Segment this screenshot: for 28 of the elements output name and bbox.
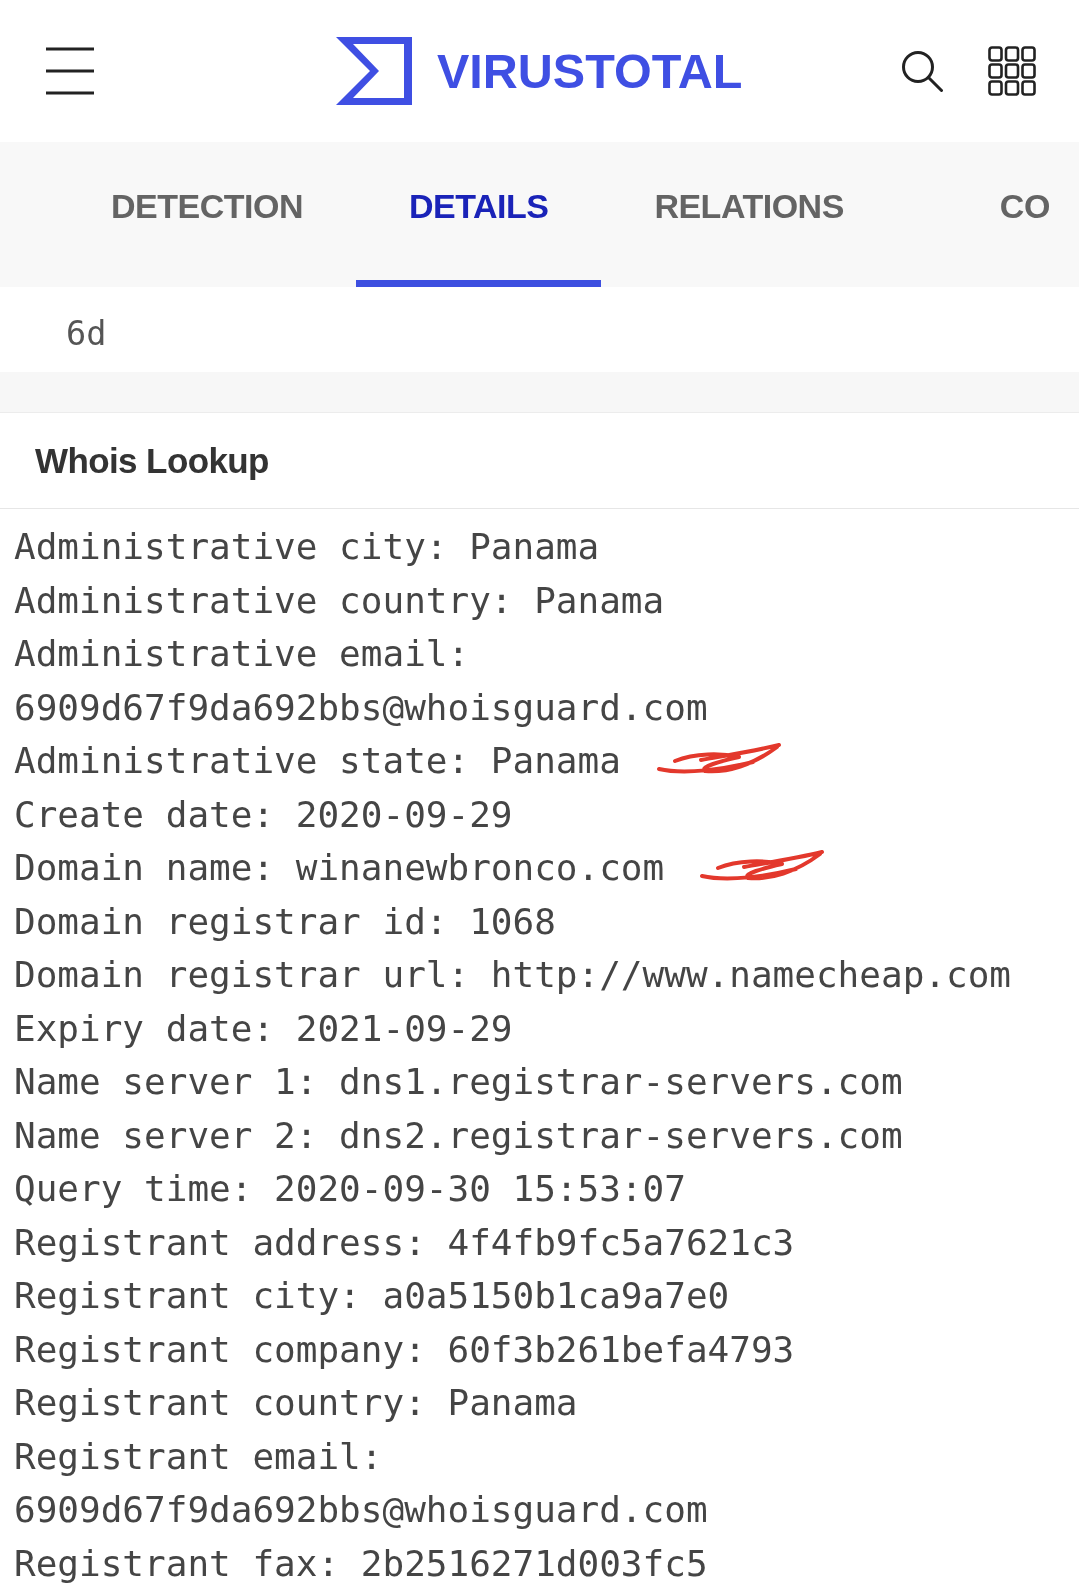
- whois-entry: Domain name: winanewbronco.com: [14, 846, 665, 890]
- tab[interactable]: RELATIONS: [601, 142, 897, 287]
- search-icon[interactable]: [901, 50, 943, 92]
- whois-entry: Name server 2: dns2.registrar-servers.com: [14, 1113, 903, 1158]
- whois-entry: Registrant company: 60f3b261befa4793: [14, 1327, 795, 1372]
- whois-entry: Expiry date: 2021-09-29: [14, 1006, 513, 1051]
- whois-entry: Create date: 2020-09-29: [14, 792, 513, 837]
- whois-entry: Registrant email: 6909d67f9da692bbs@whoisguard.com: [14, 1434, 709, 1532]
- whois-entry: Registrant fax: 2b2516271d003fc5: [14, 1541, 708, 1583]
- section-title: Whois Lookup: [35, 440, 269, 481]
- whois-entry: Administrative country: Panama: [14, 578, 665, 623]
- whois-entry: Query time: 2020-09-30 15:53:07: [14, 1167, 686, 1211]
- hex-value-text: 6d: [66, 313, 107, 355]
- menu-icon[interactable]: [46, 47, 94, 95]
- logo-icon: [336, 37, 412, 105]
- tab[interactable]: DETECTION: [58, 142, 356, 287]
- whois-entry: Name server 1: dns1.registrar-servers.com: [14, 1060, 903, 1104]
- whois-entry: Registrant city: a0a5150b1ca9a7e0: [14, 1274, 730, 1318]
- whois-entry: Administrative city: Panama: [14, 525, 600, 569]
- whois-entry: Registrant country: Panama: [14, 1381, 578, 1425]
- whois-entry: Administrative email: 6909d67f9da692bbs@whoisguard.com: [14, 632, 709, 730]
- whois-entry: Administrative state: Panama: [14, 739, 621, 783]
- apps-grid-icon[interactable]: [988, 46, 1036, 96]
- whois-entry: Domain registrar url: http://www.namecheap.com: [14, 953, 1011, 997]
- whois-entry: Registrant address: 4f4fb9fc5a7621c3: [14, 1220, 795, 1265]
- whois-entry: Domain registrar id: 1068: [14, 899, 556, 944]
- tab[interactable]: CO: [946, 142, 1050, 287]
- logo-text: VIRUSTOTAL: [437, 46, 743, 96]
